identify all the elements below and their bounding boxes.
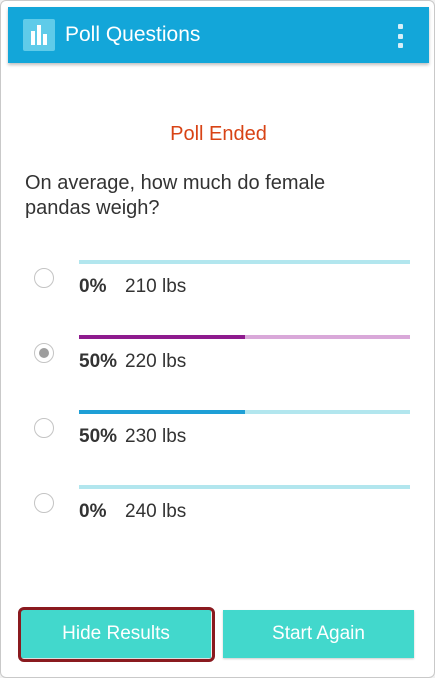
option-percent: 50% xyxy=(79,426,118,447)
poll-chart-icon xyxy=(23,19,55,51)
result-bar xyxy=(79,485,410,489)
poll-option[interactable]: 50% 230 lbs xyxy=(1,410,434,470)
option-percent: 50% xyxy=(79,351,118,372)
app-frame: Poll Questions Poll Ended On average, ho… xyxy=(0,0,435,678)
poll-question: On average, how much do female pandas we… xyxy=(25,172,326,219)
option-answer: 210 lbs xyxy=(125,276,187,297)
option-percent: 0% xyxy=(79,501,107,522)
app-title: Poll Questions xyxy=(65,23,201,46)
poll-option[interactable]: 50% 220 lbs xyxy=(1,335,434,395)
option-radio[interactable] xyxy=(34,418,54,438)
poll-option[interactable]: 0% 210 lbs xyxy=(1,260,434,320)
option-percent: 0% xyxy=(79,276,107,297)
result-bar xyxy=(79,335,410,339)
result-bar-fill xyxy=(79,335,245,339)
option-radio[interactable] xyxy=(34,268,54,288)
option-answer: 220 lbs xyxy=(125,351,187,372)
result-bar xyxy=(79,260,410,264)
app-bar: Poll Questions xyxy=(8,7,429,63)
poll-option[interactable]: 0% 240 lbs xyxy=(1,485,434,545)
option-answer: 240 lbs xyxy=(125,501,187,522)
start-again-button[interactable]: Start Again xyxy=(223,610,414,658)
result-bar xyxy=(79,410,410,414)
result-bar-fill xyxy=(79,410,245,414)
overflow-menu-icon[interactable] xyxy=(397,24,403,48)
option-radio[interactable] xyxy=(34,343,54,363)
poll-status: Poll Ended xyxy=(170,123,267,145)
option-answer: 230 lbs xyxy=(125,426,187,447)
hide-results-button[interactable]: Hide Results xyxy=(21,610,211,658)
option-radio[interactable] xyxy=(34,493,54,513)
